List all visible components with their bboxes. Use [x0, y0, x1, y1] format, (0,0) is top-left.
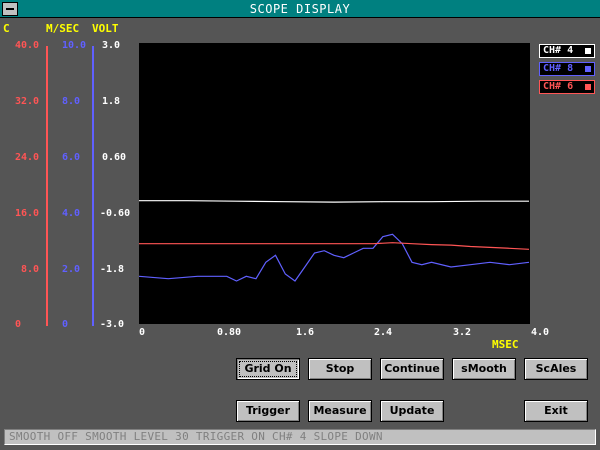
volt-tick: -3.0 [100, 319, 125, 330]
blue-tick: 4.0 [62, 208, 81, 219]
red-axis-line [46, 46, 48, 326]
volt-axis-header: VOLT [92, 22, 119, 35]
measure-button[interactable]: Measure [308, 400, 372, 422]
volt-tick: 3.0 [102, 40, 121, 51]
continue-button[interactable]: Continue [380, 358, 444, 380]
x-tick: 3.2 [453, 327, 472, 338]
msec-axis-header: M/SEC [46, 22, 80, 35]
scope-traces [139, 200, 530, 282]
volt-tick: -1.8 [100, 264, 125, 275]
channel-6-text: CH# 6 [543, 81, 574, 92]
red-tick: 24.0 [15, 152, 40, 163]
trace-ch-8 [139, 233, 530, 282]
channel-4-text: CH# 4 [543, 45, 574, 56]
channel-4-label[interactable]: CH# 4 [539, 44, 595, 58]
channel-6-swatch-icon [585, 84, 591, 90]
x-tick: 0.80 [217, 327, 242, 338]
status-bar: SMOOTH OFF SMOOTH LEVEL 30 TRIGGER ON CH… [4, 429, 596, 445]
channel-6-label[interactable]: CH# 6 [539, 80, 595, 94]
red-tick: 0 [15, 319, 22, 330]
volt-tick: 0.60 [102, 152, 127, 163]
smooth-button[interactable]: sMooth [452, 358, 516, 380]
channel-8-text: CH# 8 [543, 63, 574, 74]
channel-4-swatch-icon [585, 48, 591, 54]
x-tick: 2.4 [374, 327, 393, 338]
scales-button[interactable]: ScAles [524, 358, 588, 380]
scope-plot-area[interactable] [139, 43, 530, 324]
title-bar: SCOPE DISPLAY [0, 0, 600, 18]
blue-axis-line [92, 46, 94, 326]
red-tick: 8.0 [21, 264, 40, 275]
x-tick: 0 [139, 327, 146, 338]
x-axis-unit: MSEC [492, 338, 519, 351]
update-button[interactable]: Update [380, 400, 444, 422]
trace-ch-4 [139, 200, 529, 203]
red-tick: 32.0 [15, 96, 40, 107]
red-tick: 40.0 [15, 40, 40, 51]
blue-tick: 0 [62, 319, 69, 330]
trigger-button[interactable]: Trigger [236, 400, 300, 422]
grid-on-button[interactable]: Grid On [236, 358, 300, 380]
blue-tick: 10.0 [62, 40, 87, 51]
stop-button[interactable]: Stop [308, 358, 372, 380]
window-title: SCOPE DISPLAY [249, 2, 351, 16]
channel-8-label[interactable]: CH# 8 [539, 62, 595, 76]
x-tick: 1.6 [296, 327, 315, 338]
exit-button[interactable]: Exit [524, 400, 588, 422]
blue-tick: 8.0 [62, 96, 81, 107]
x-tick: 4.0 [531, 327, 550, 338]
volt-tick: -0.60 [100, 208, 131, 219]
system-menu-icon[interactable] [2, 2, 18, 16]
channel-8-swatch-icon [585, 66, 591, 72]
trace-ch-6 [139, 242, 530, 250]
red-tick: 16.0 [15, 208, 40, 219]
blue-tick: 2.0 [62, 264, 81, 275]
volt-tick: 1.8 [102, 96, 121, 107]
c-axis-header: C [3, 22, 10, 35]
blue-tick: 6.0 [62, 152, 81, 163]
